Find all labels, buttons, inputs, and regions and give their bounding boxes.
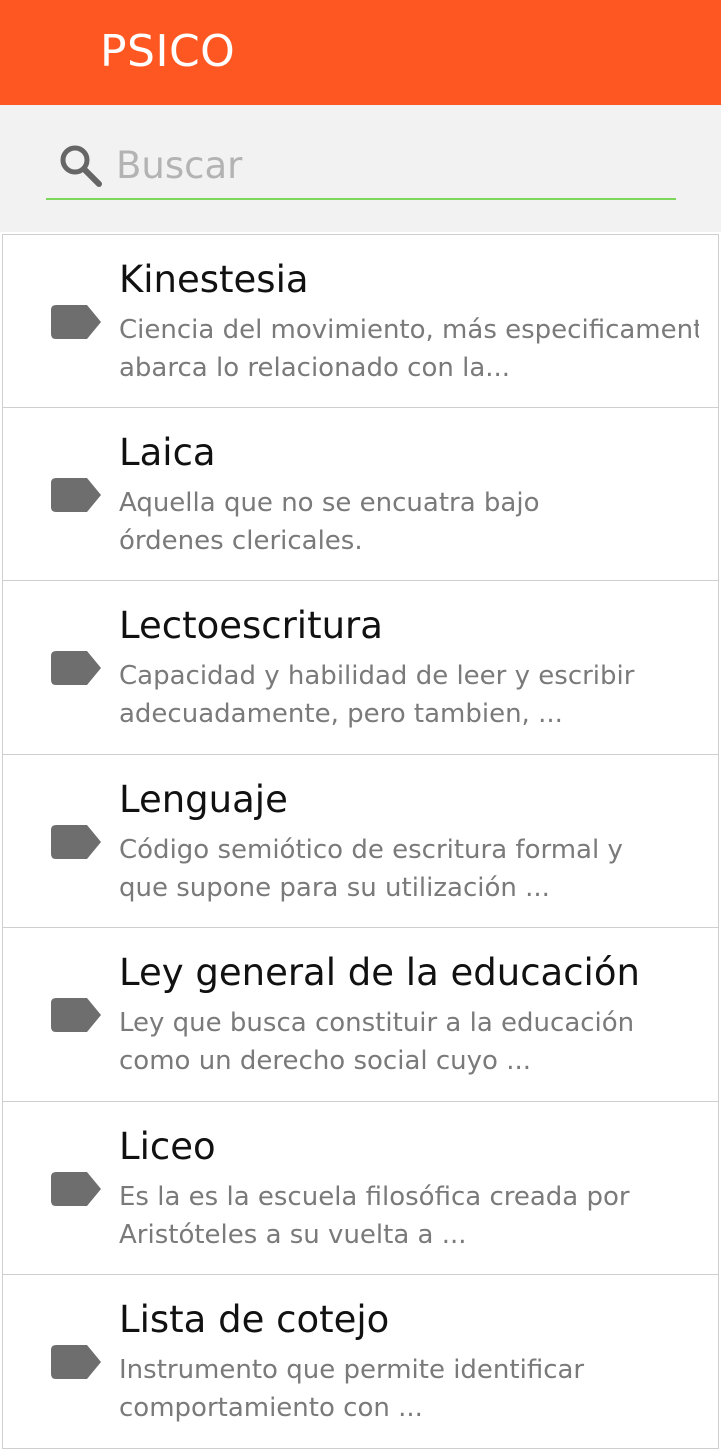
term-description-line: abarca lo relacionado con la... (119, 353, 511, 383)
term-description-line: Aquella que no se encuatra bajo (119, 487, 540, 518)
list-item[interactable]: Kinestesia Ciencia del movimiento, más e… (2, 234, 719, 408)
app-bar: PSICO (0, 0, 721, 105)
tag-icon (51, 1345, 101, 1379)
tag-icon (51, 305, 101, 339)
term-description: Es la es la escuela filosófica creada po… (119, 1178, 699, 1254)
app-title: PSICO (100, 26, 236, 77)
term-description-line: comportamiento con ... (119, 1393, 423, 1423)
tag-icon (51, 477, 101, 512)
term-description-line: como un derecho social cuyo ... (119, 1046, 532, 1076)
term-title: Ley general de la educación (119, 951, 640, 994)
term-description-line: órdenes clericales. (119, 525, 363, 556)
term-description-line: que supone para su utilización ... (119, 872, 550, 903)
term-description-line: Capacidad y habilidad de leer y escribir (119, 661, 635, 691)
list-item[interactable]: Liceo Es la es la escuela filosófica cre… (2, 1101, 719, 1275)
app-screen: PSICO Kinestesia Ciencia del movimiento,… (0, 0, 721, 1451)
term-description-line: Aristóteles a su vuelta a ... (119, 1219, 467, 1250)
tag-icon (51, 824, 101, 859)
tag-icon (51, 998, 101, 1032)
search-field[interactable] (46, 135, 676, 200)
term-description: Instrumento que permite identificar comp… (119, 1351, 699, 1427)
term-description: Capacidad y habilidad de leer y escribir… (119, 657, 699, 733)
term-description-line: Ciencia del movimiento, más especificame… (119, 315, 699, 345)
list-item[interactable]: Lista de cotejo Instrumento que permite … (2, 1275, 719, 1449)
term-description: Aquella que no se encuatra bajo órdenes … (119, 484, 699, 560)
term-list: Kinestesia Ciencia del movimiento, más e… (2, 234, 719, 1449)
term-description: Ciencia del movimiento, más especificame… (119, 311, 699, 387)
term-title: Laica (119, 430, 216, 474)
list-item[interactable]: Laica Aquella que no se encuatra bajo ór… (2, 407, 719, 581)
tag-icon (51, 651, 101, 685)
term-title: Lenguaje (119, 777, 288, 821)
tag-icon (51, 1171, 101, 1206)
search-icon[interactable] (56, 141, 104, 189)
term-description-line: Instrumento que permite identificar (119, 1355, 585, 1385)
term-description-line: adecuadamente, pero tambien, ... (119, 699, 563, 729)
term-description: Ley que busca constituir a la educación … (119, 1004, 699, 1080)
list-item[interactable]: Lectoescritura Capacidad y habilidad de … (2, 581, 719, 755)
term-title: Lectoescritura (119, 604, 383, 647)
term-description: Código semiótico de escritura formal y q… (119, 831, 699, 907)
term-title: Kinestesia (119, 258, 309, 301)
term-title: Lista de cotejo (119, 1298, 390, 1341)
term-description-line: Ley que busca constituir a la educación (119, 1008, 635, 1038)
list-item[interactable]: Ley general de la educación Ley que busc… (2, 928, 719, 1102)
list-item[interactable]: Lenguaje Código semiótico de escritura f… (2, 754, 719, 928)
search-bar (0, 105, 721, 232)
term-description-line: Es la es la escuela filosófica creada po… (119, 1181, 630, 1212)
term-description-line: Código semiótico de escritura formal y (119, 834, 623, 865)
term-title: Liceo (119, 1124, 216, 1168)
search-input[interactable] (116, 139, 656, 191)
